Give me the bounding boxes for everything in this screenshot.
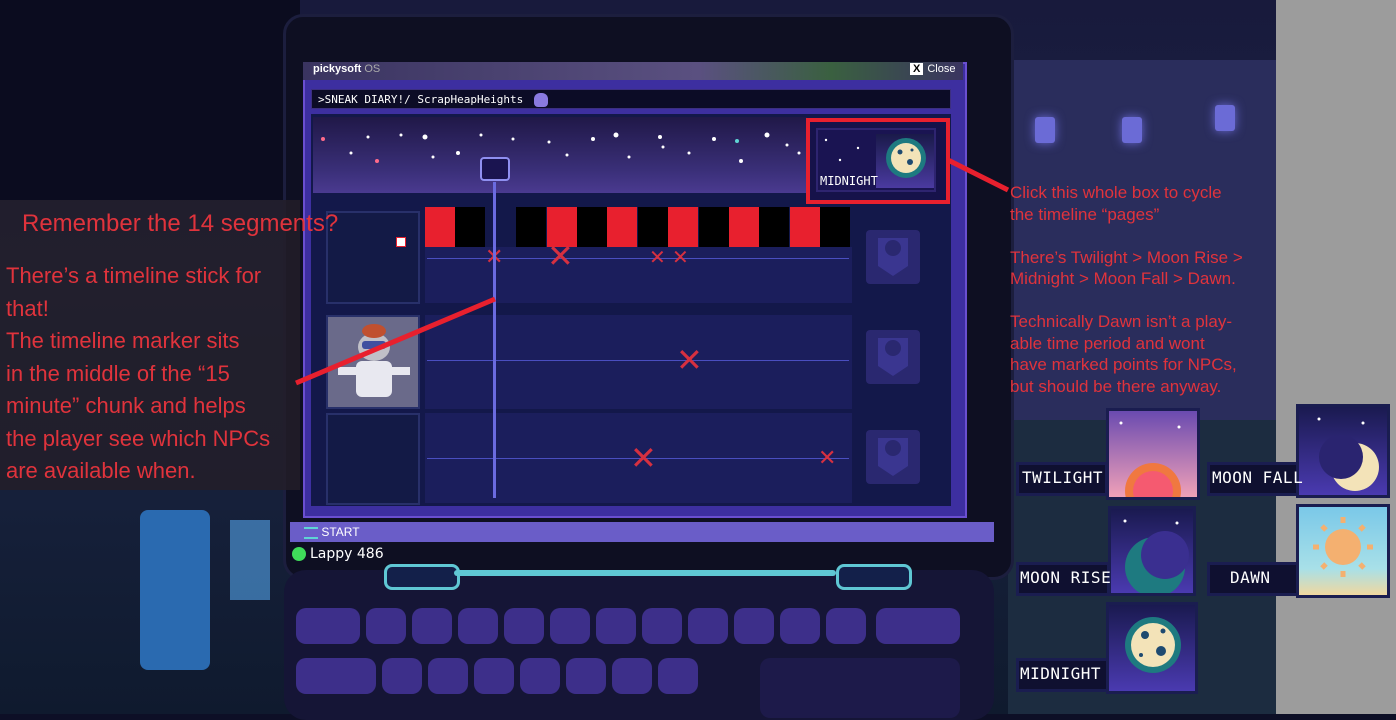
pointer-line-left [295,296,496,386]
phase-moon-fall-label: MOON FALL [1212,468,1304,487]
dawn-icon [1296,504,1390,598]
annotation-line: have marked points for NPCs, [1010,355,1237,374]
annotation-line: Technically Dawn isn’t a play- [1010,312,1233,331]
annotation-line [1010,290,1275,312]
phase-dawn-label: DAWN [1230,568,1271,587]
phase-moon-rise-label: MOON RISE [1020,568,1112,587]
phase-midnight-label: MIDNIGHT [1020,664,1102,683]
annotation-right: Click this whole box to cycle the timelin… [1010,182,1275,397]
annotation-line: the timeline “pages” [1010,204,1160,224]
moon-rise-icon [1108,506,1196,596]
phase-twilight-label: TWILIGHT [1022,468,1104,487]
annotation-line: Midnight > Moon Fall > Dawn. [1010,269,1236,288]
annotation-line: able time period and wont [1010,333,1205,353]
annotation-line: There’s Twilight > Moon Rise > [1010,247,1243,267]
moon-fall-icon [1296,404,1390,498]
annotation-line: but should be there anyway. [1010,376,1222,396]
twilight-icon [1106,408,1200,500]
pointer-line-right [946,157,1010,193]
midnight-icon [1106,602,1198,694]
annotation-line [1010,225,1275,247]
annotation-line: Click this whole box to cycle [1010,183,1222,202]
